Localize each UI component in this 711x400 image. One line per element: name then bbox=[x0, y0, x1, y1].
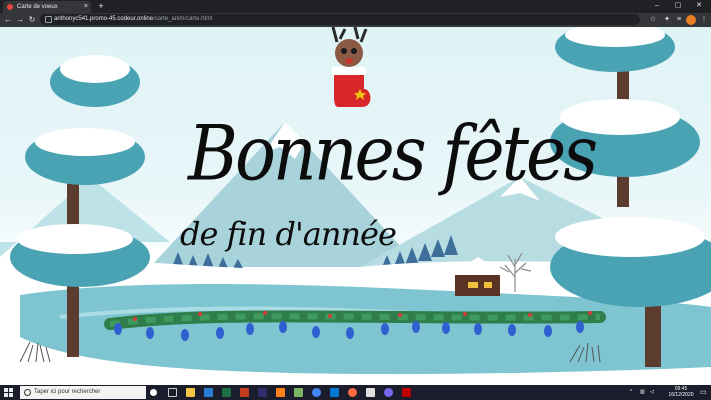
powerpoint-icon[interactable] bbox=[240, 388, 249, 397]
tab-close-icon[interactable]: × bbox=[84, 1, 88, 13]
profile-avatar[interactable] bbox=[686, 15, 696, 25]
reload-button[interactable]: ↻ bbox=[26, 14, 38, 26]
network-icon[interactable]: ▥ bbox=[640, 385, 645, 400]
tab-carte-de-voeux[interactable]: Carte de voeux × bbox=[3, 1, 91, 13]
reading-list-icon[interactable]: ≡ bbox=[674, 15, 684, 25]
windows-start-icon[interactable] bbox=[4, 388, 13, 397]
search-placeholder: Taper ici pour rechercher bbox=[34, 389, 101, 395]
reindeer-stocking-icon bbox=[331, 27, 371, 107]
url-text: anthonyc541.promo-45.codeur.online/carte… bbox=[54, 14, 212, 25]
extensions-puzzle-icon[interactable]: ✦ bbox=[662, 15, 672, 25]
browser-toolbar: ← → ↻ anthonyc541.promo-45.codeur.online… bbox=[0, 13, 711, 27]
word-icon[interactable] bbox=[204, 388, 213, 397]
taskbar-clock[interactable]: 09:45 16/12/2020 bbox=[665, 386, 697, 398]
volume-icon[interactable]: ◁ bbox=[650, 385, 654, 400]
chrome-icon[interactable] bbox=[312, 388, 321, 397]
notifications-icon[interactable]: ▭ bbox=[700, 385, 707, 400]
greeting-card: Bonnes fêtes de fin d'année bbox=[0, 27, 711, 385]
browser-tab-strip: Carte de voeux × + – ▢ ✕ bbox=[0, 0, 711, 13]
url-path: /carte_anim/carte.html bbox=[153, 16, 213, 22]
discord-icon[interactable] bbox=[384, 388, 393, 397]
maximize-button[interactable]: ▢ bbox=[669, 0, 687, 12]
greeting-subheadline: de fin d'année bbox=[180, 215, 397, 253]
illustrator-icon[interactable] bbox=[276, 388, 285, 397]
greeting-headline: Bonnes fêtes bbox=[188, 110, 598, 199]
new-tab-button[interactable]: + bbox=[96, 0, 106, 12]
back-button[interactable]: ← bbox=[2, 14, 14, 26]
taskbar-search-box[interactable]: Taper ici pour rechercher bbox=[20, 386, 146, 399]
tray-chevron-icon[interactable]: ^ bbox=[630, 385, 632, 400]
minimize-button[interactable]: – bbox=[648, 0, 666, 12]
cortana-icon[interactable] bbox=[150, 389, 157, 396]
winter-scene-illustration bbox=[0, 27, 711, 385]
lock-icon bbox=[45, 16, 52, 23]
firefox-icon[interactable] bbox=[348, 388, 357, 397]
photoshop-icon[interactable] bbox=[258, 388, 267, 397]
windows-taskbar: Taper ici pour rechercher ^ ▥ ◁ 09:45 16… bbox=[0, 385, 711, 400]
clock-date: 16/12/2020 bbox=[668, 392, 694, 398]
file-explorer-icon[interactable] bbox=[186, 388, 195, 397]
app-white-icon[interactable] bbox=[366, 388, 375, 397]
task-view-icon[interactable] bbox=[168, 388, 177, 397]
page-favicon-icon bbox=[7, 4, 13, 10]
address-bar[interactable]: anthonyc541.promo-45.codeur.online/carte… bbox=[40, 14, 640, 25]
vscode-icon[interactable] bbox=[330, 388, 339, 397]
app-green-icon[interactable] bbox=[294, 388, 303, 397]
tab-title: Carte de voeux bbox=[17, 4, 58, 10]
filezilla-icon[interactable] bbox=[402, 388, 411, 397]
window-close-button[interactable]: ✕ bbox=[690, 0, 708, 12]
browser-menu-icon[interactable]: ⋮ bbox=[699, 15, 709, 25]
forward-button[interactable]: → bbox=[14, 14, 26, 26]
excel-icon[interactable] bbox=[222, 388, 231, 397]
search-icon bbox=[24, 389, 31, 396]
bookmark-star-icon[interactable]: ☆ bbox=[648, 15, 658, 25]
url-host: anthonyc541.promo-45.codeur.online bbox=[54, 16, 154, 22]
